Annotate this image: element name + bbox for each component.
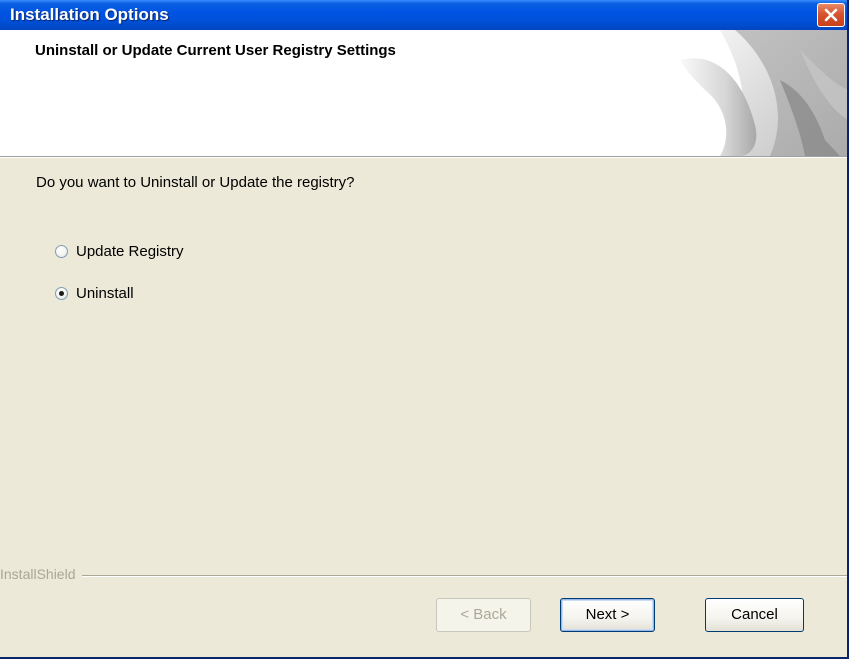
header-panel: Uninstall or Update Current User Registr… [0, 30, 847, 157]
installer-dialog: Installation Options Uninstall or Update… [0, 0, 849, 659]
question-text: Do you want to Uninstall or Update the r… [36, 174, 355, 191]
header-title: Uninstall or Update Current User Registr… [35, 42, 396, 59]
installshield-brand: InstallShield [0, 566, 82, 582]
title-bar[interactable]: Installation Options [0, 0, 847, 30]
window-title: Installation Options [10, 5, 169, 24]
radio-button-selected[interactable] [55, 287, 68, 300]
radio-selected-dot [59, 291, 64, 296]
radio-label[interactable]: Update Registry [76, 243, 184, 260]
close-button[interactable] [817, 3, 845, 27]
back-button[interactable]: < Back [436, 598, 531, 632]
header-divider [0, 157, 847, 158]
close-icon [824, 8, 838, 22]
radio-button-unselected[interactable] [55, 245, 68, 258]
footer-divider [0, 575, 847, 577]
page-curl-graphic [680, 30, 847, 156]
radio-label[interactable]: Uninstall [76, 285, 134, 302]
cancel-button[interactable]: Cancel [705, 598, 804, 632]
next-button[interactable]: Next > [560, 598, 655, 632]
